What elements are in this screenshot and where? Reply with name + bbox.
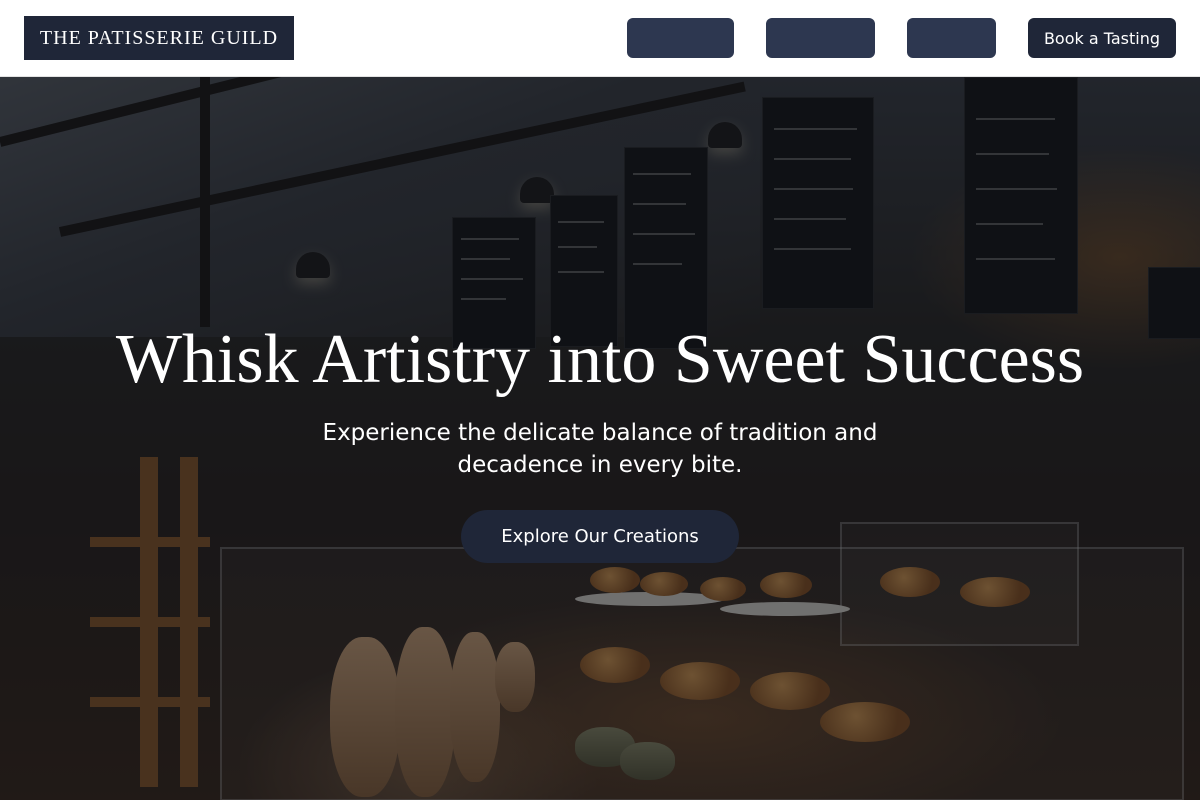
- hero-content: Whisk Artistry into Sweet Success Experi…: [0, 77, 1200, 800]
- site-header: THE PATISSERIE GUILD Book a Tasting: [0, 0, 1200, 77]
- hero-subtitle: Experience the delicate balance of tradi…: [322, 420, 878, 478]
- nav-item-2[interactable]: [766, 18, 875, 58]
- hero-title: Whisk Artistry into Sweet Success: [115, 321, 1085, 398]
- nav-item-1[interactable]: [627, 18, 734, 58]
- explore-creations-button[interactable]: Explore Our Creations: [461, 510, 739, 563]
- book-tasting-button[interactable]: Book a Tasting: [1028, 18, 1176, 58]
- nav-item-3[interactable]: [907, 18, 996, 58]
- hero-section: Whisk Artistry into Sweet Success Experi…: [0, 77, 1200, 800]
- site-logo[interactable]: THE PATISSERIE GUILD: [24, 16, 294, 60]
